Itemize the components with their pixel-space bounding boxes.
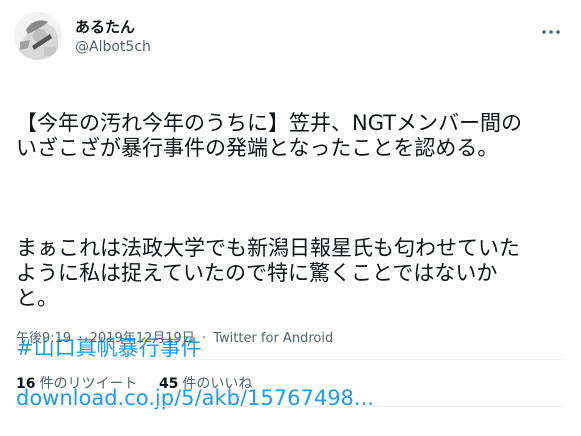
tweet-stats: 16 件のリツイート 45 件のいいね: [16, 373, 269, 393]
meta-separator: ·: [78, 331, 83, 346]
avatar[interactable]: [14, 12, 62, 60]
divider: [16, 406, 565, 407]
tweet-paragraph-1: 【今年の汚れ今年のうちに】笠井、NGTメンバー間の いざこざが暴行事件の発端とな…: [16, 111, 523, 160]
meta-separator: ·: [201, 331, 207, 346]
display-name[interactable]: あるたん: [75, 16, 135, 37]
more-options-button[interactable]: [537, 18, 565, 46]
retweets-label: 件のリツイート: [39, 376, 138, 392]
tweet-source[interactable]: Twitter for Android: [213, 331, 333, 346]
divider: [16, 359, 565, 360]
tweet-time[interactable]: 午後9:19: [16, 331, 71, 346]
user-handle[interactable]: @Albot5ch: [75, 39, 151, 55]
likes-label: 件のいいね: [182, 376, 253, 392]
tweet-date[interactable]: 2019年12月19日: [90, 331, 195, 346]
tweet-meta: 午後9:19 · 2019年12月19日 · Twitter for Andro…: [16, 327, 333, 346]
tweet-header: あるたん @Albot5ch: [14, 12, 565, 64]
avatar-illustration-icon: [14, 12, 62, 60]
likes-count: 45: [158, 376, 179, 392]
more-horizontal-icon: [542, 30, 560, 34]
tweet-paragraph-spacer: ​: [16, 186, 572, 211]
likes-stat[interactable]: 45 件のいいね: [159, 373, 252, 393]
retweets-count: 16: [16, 376, 36, 392]
retweets-stat[interactable]: 16 件のリツイート: [16, 373, 137, 393]
tweet-card: あるたん @Albot5ch 【今年の汚れ今年のうちに】笠井、NGTメンバー間の…: [0, 0, 581, 414]
tweet-paragraph-2: まぁこれは法政大学でも新潟日報星氏も匂わせていた ように私は捉えていたので特に驚…: [16, 236, 520, 310]
